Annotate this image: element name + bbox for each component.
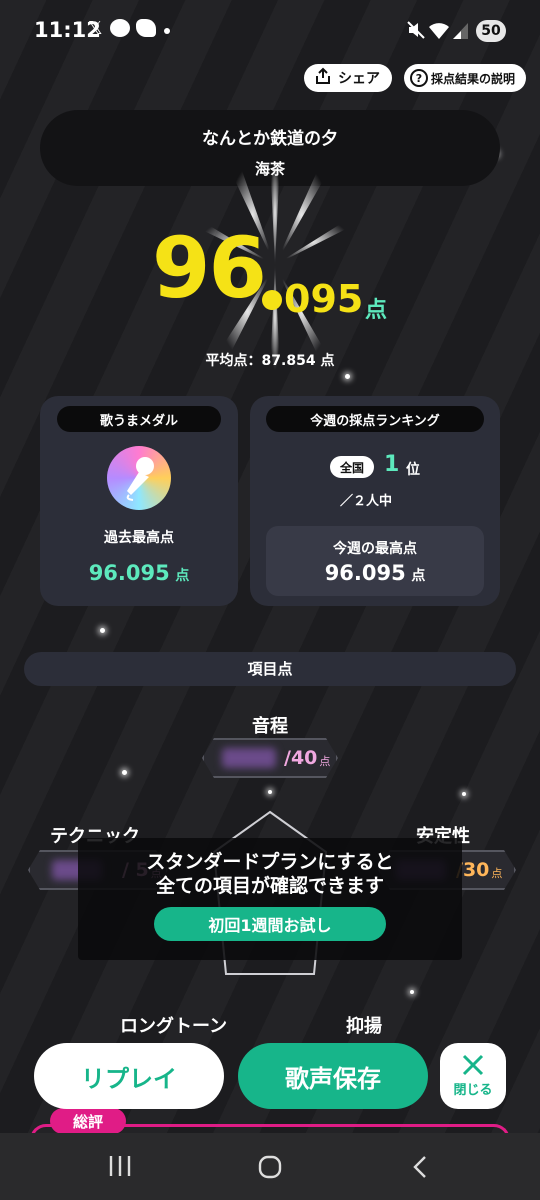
item-scores-header: 項目点 [24, 652, 516, 686]
ranking-card-tag: 今週の採点ランキング [266, 406, 484, 432]
pitch-unit: 点 [319, 755, 331, 768]
pitch-max: /40 [284, 747, 318, 769]
back-icon[interactable] [412, 1155, 428, 1183]
bird-icon [136, 19, 156, 37]
score-decimal: 095 [284, 277, 364, 321]
summary-tag: 総評 [50, 1108, 126, 1134]
upsell-line2: 全ての項目が確認できます [155, 875, 384, 897]
notification-dot-icon [164, 28, 170, 34]
long-tone-label: ロングトーン [120, 1016, 228, 1037]
medal-card-tag: 歌うまメダル [57, 406, 221, 432]
score-explanation-button[interactable]: ? 採点結果の説明 [404, 64, 526, 92]
close-button[interactable]: 閉じる [440, 1043, 506, 1109]
microphone-icon [126, 457, 154, 501]
share-button[interactable]: シェア [304, 64, 392, 92]
free-trial-button[interactable]: 初回1週間お試し [154, 907, 386, 941]
x-icon: 𝕏 [88, 18, 103, 39]
pitch-label: 音程 [252, 716, 288, 737]
song-title: なんとか鉄道の夕 [202, 129, 338, 149]
upsell-line1: スタンダードプランにすると [146, 851, 394, 873]
past-best-label: 過去最高点 [104, 530, 174, 546]
battery-indicator: 50 [476, 20, 506, 42]
weekly-best-score: 96.095 点 [266, 561, 484, 585]
wifi-icon [428, 20, 450, 44]
upsell-message: スタンダードプランにすると 全ての項目が確認できます [78, 850, 462, 898]
signal-icon [452, 22, 470, 44]
average-score: 平均点：87.854 点 [205, 353, 335, 369]
upsell-overlay: スタンダードプランにすると 全ての項目が確認できます [78, 838, 462, 960]
past-best-unit: 点 [175, 568, 190, 584]
score-explanation-label: 採点結果の説明 [431, 71, 516, 86]
ranking-total: ／２人中 [340, 494, 393, 509]
weekly-best-label: 今週の最高点 [333, 541, 417, 557]
home-icon[interactable] [258, 1155, 282, 1183]
system-navigation-bar [0, 1133, 540, 1200]
help-icon: ? [410, 69, 428, 87]
share-icon [314, 67, 332, 89]
replay-button[interactable]: リプレイ [34, 1043, 224, 1109]
ranking-unit: 位 [406, 462, 420, 478]
stability-unit: 点 [491, 867, 503, 880]
past-best-value: 96.095 [88, 561, 170, 585]
close-label: 閉じる [453, 1083, 493, 1098]
score-integer: 96 [152, 219, 267, 317]
close-icon [440, 1053, 506, 1081]
pitch-hidden-value [222, 748, 276, 768]
weekly-best-value: 96.095 [324, 561, 406, 585]
line-icon [110, 19, 130, 37]
intonation-label: 抑揚 [346, 1016, 382, 1037]
status-bar: 11:12 𝕏 50 [0, 0, 540, 62]
past-best-score: 96.095 点 [40, 561, 238, 585]
ranking-scope-badge: 全国 [330, 456, 374, 478]
ranking-position: 1 [384, 452, 400, 477]
share-label: シェア [338, 71, 380, 87]
recent-apps-icon[interactable] [108, 1155, 132, 1181]
save-voice-button[interactable]: 歌声保存 [238, 1043, 428, 1109]
score-decimal-dot [262, 290, 282, 310]
weekly-best-unit: 点 [411, 568, 426, 584]
pitch-score-box: /40 点 [202, 738, 338, 778]
mute-icon [406, 20, 426, 44]
score-unit: 点 [365, 298, 388, 323]
